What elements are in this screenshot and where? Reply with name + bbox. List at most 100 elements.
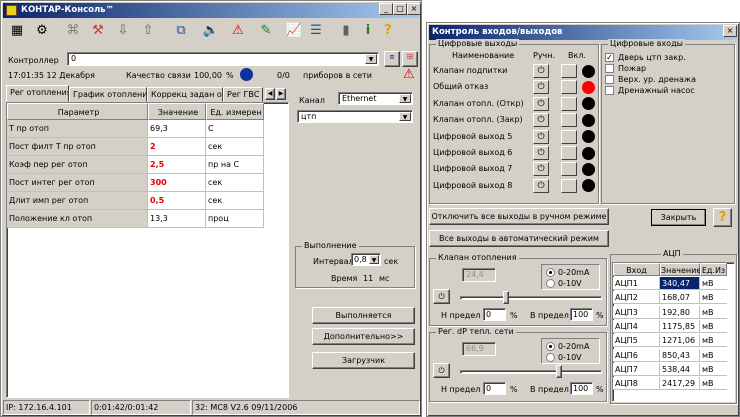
adc-row-name[interactable]: АЦП4 — [613, 319, 660, 333]
io-close-dialog-button[interactable]: Закрыть — [651, 209, 706, 226]
more-button[interactable]: Дополнительно>> — [312, 328, 415, 345]
on-toggle[interactable] — [561, 146, 577, 160]
loader-button[interactable]: Загрузчик — [312, 352, 415, 369]
manual-toggle[interactable]: ⏻ — [533, 96, 549, 111]
tab-scroll-left[interactable]: ◀ — [265, 88, 275, 100]
on-toggle[interactable] — [561, 80, 577, 95]
minimize-button[interactable]: _ — [379, 3, 393, 15]
adc-row-name[interactable]: АЦП2 — [613, 291, 660, 305]
manual-toggle[interactable]: ⏻ — [533, 146, 549, 160]
table-row-name[interactable]: Т пр отоп — [7, 120, 148, 138]
table-row-name[interactable]: Положение кл отоп — [7, 210, 148, 228]
network-icon[interactable]: ⌘ — [63, 21, 83, 41]
edit-icon[interactable]: ✎ — [256, 21, 276, 41]
input-checkbox[interactable] — [605, 75, 614, 84]
disable-manual-button[interactable]: Отключить все выходы в ручном режиме — [429, 208, 609, 225]
valve-slider-track[interactable] — [460, 296, 602, 300]
connect-button[interactable]: ⧈ — [384, 51, 400, 67]
puzzle-icon[interactable]: ⧉ — [171, 21, 191, 41]
table-row-name[interactable]: Пост филт Т пр отоп — [7, 138, 148, 156]
tab-dhw[interactable]: Рег ГВС 1 — [223, 87, 263, 102]
table-row-value[interactable]: 2 — [148, 138, 206, 156]
tab-scroll-right[interactable]: ▶ — [276, 88, 286, 100]
valve-high-input[interactable]: 100 — [570, 308, 593, 321]
table-row-value[interactable]: 13,3 — [148, 210, 206, 228]
list-icon[interactable]: ☰ — [306, 21, 326, 41]
manual-toggle[interactable]: ⏻ — [533, 178, 549, 193]
adc-row-value[interactable]: 538,44 — [660, 362, 700, 376]
close-button[interactable]: × — [407, 3, 421, 15]
dp-slider-track[interactable] — [460, 370, 602, 374]
network-config-button[interactable]: ⊞ — [402, 51, 418, 67]
station-select[interactable]: цтп ▼ — [297, 110, 413, 123]
tools-icon[interactable]: ⚒ — [88, 21, 108, 41]
dp-range-ma-radio[interactable] — [546, 342, 555, 351]
interval-select[interactable]: 0,8 ▼ — [351, 253, 381, 266]
dp-range-v-radio[interactable] — [546, 353, 555, 362]
dp-high-input[interactable]: 100 — [570, 382, 593, 395]
table-row-name[interactable]: Длит имп рег отоп — [7, 192, 148, 210]
dp-low-input[interactable]: 0 — [483, 382, 506, 395]
info-icon[interactable]: i — [358, 21, 378, 41]
adc-header-value[interactable]: Значение — [660, 263, 701, 276]
input-checkbox[interactable]: ✓ — [605, 53, 614, 62]
running-button[interactable]: Выполняется — [312, 307, 415, 324]
table-row-name[interactable]: Коэф пер рег отоп — [7, 156, 148, 174]
adc-row-value[interactable]: 850,43 — [660, 348, 700, 362]
table-row-value[interactable]: 2,5 — [148, 156, 206, 174]
alarm-icon[interactable]: ⚠ — [228, 21, 248, 41]
column-header-param[interactable]: Параметр — [7, 103, 148, 120]
manual-toggle[interactable]: ⏻ — [533, 64, 549, 78]
adc-row-name[interactable]: АЦП6 — [613, 348, 660, 362]
tab-correction[interactable]: Коррекц задан от — [147, 87, 223, 102]
controller-select[interactable]: 0 ▼ — [67, 52, 379, 66]
on-toggle[interactable] — [561, 64, 577, 78]
table-row-value[interactable]: 69,3 — [148, 120, 206, 138]
sound-icon[interactable]: 🔈 — [201, 21, 221, 41]
write-icon[interactable]: ⇩ — [113, 21, 133, 41]
adc-row-value[interactable]: 168,07 — [660, 291, 700, 305]
valve-slider-thumb[interactable] — [502, 291, 509, 304]
io-close-button[interactable]: × — [723, 25, 737, 37]
adc-header-input[interactable]: Вход — [613, 263, 660, 276]
adc-row-value[interactable]: 192,80 — [660, 305, 700, 319]
adc-row-value[interactable]: 1175,85 — [660, 319, 700, 333]
valve-range-v-radio[interactable] — [546, 279, 555, 288]
tab-heating-chart[interactable]: График отопления — [69, 87, 147, 102]
all-auto-button[interactable]: Все выходы в автоматический режим — [429, 230, 609, 247]
valve-power-button[interactable]: ⏻ — [433, 289, 450, 304]
on-toggle[interactable] — [561, 162, 577, 177]
gear-icon[interactable]: ⚙ — [32, 21, 52, 41]
on-toggle[interactable] — [561, 178, 577, 193]
adc-row-value[interactable]: 2417,29 — [660, 377, 700, 391]
input-checkbox[interactable] — [605, 64, 614, 73]
adc-row-name[interactable]: АЦП1 — [613, 277, 660, 290]
adc-header-unit[interactable]: Ед.Из — [700, 263, 727, 276]
maximize-button[interactable]: □ — [393, 3, 407, 15]
adc-row-name[interactable]: АЦП3 — [613, 305, 660, 319]
adc-row-name[interactable]: АЦП5 — [613, 334, 660, 348]
on-toggle[interactable] — [561, 129, 577, 144]
manual-toggle[interactable]: ⏻ — [533, 162, 549, 177]
main-title-bar[interactable]: КОНТАР-Консоль™ — [3, 3, 419, 18]
dp-slider-thumb[interactable] — [555, 365, 562, 378]
input-checkbox[interactable] — [605, 86, 614, 95]
valve-low-input[interactable]: 0 — [483, 308, 506, 321]
io-title-bar[interactable]: Контроль входов/выходов — [429, 25, 737, 40]
read-icon[interactable]: ⇧ — [138, 21, 158, 41]
manual-toggle[interactable]: ⏻ — [533, 129, 549, 144]
adc-row-name[interactable]: АЦП8 — [613, 377, 660, 391]
tab-heating-reg[interactable]: Рег отопления — [6, 85, 69, 102]
manual-toggle[interactable]: ⏻ — [533, 113, 549, 128]
warning-icon[interactable]: ⚠ — [403, 67, 415, 82]
help-icon[interactable]: ? — [378, 21, 398, 41]
dp-power-button[interactable]: ⏻ — [433, 363, 450, 378]
adc-row-value[interactable]: 340,47 — [660, 277, 700, 290]
table-row-value[interactable]: 0,5 — [148, 192, 206, 210]
valve-range-ma-radio[interactable] — [546, 268, 555, 277]
adc-row-value[interactable]: 1271,06 — [660, 334, 700, 348]
on-toggle[interactable] — [561, 113, 577, 128]
channel-select[interactable]: Ethernet ▼ — [338, 92, 413, 105]
door-icon[interactable]: ▮ — [336, 21, 356, 41]
adc-row-name[interactable]: АЦП7 — [613, 362, 660, 376]
